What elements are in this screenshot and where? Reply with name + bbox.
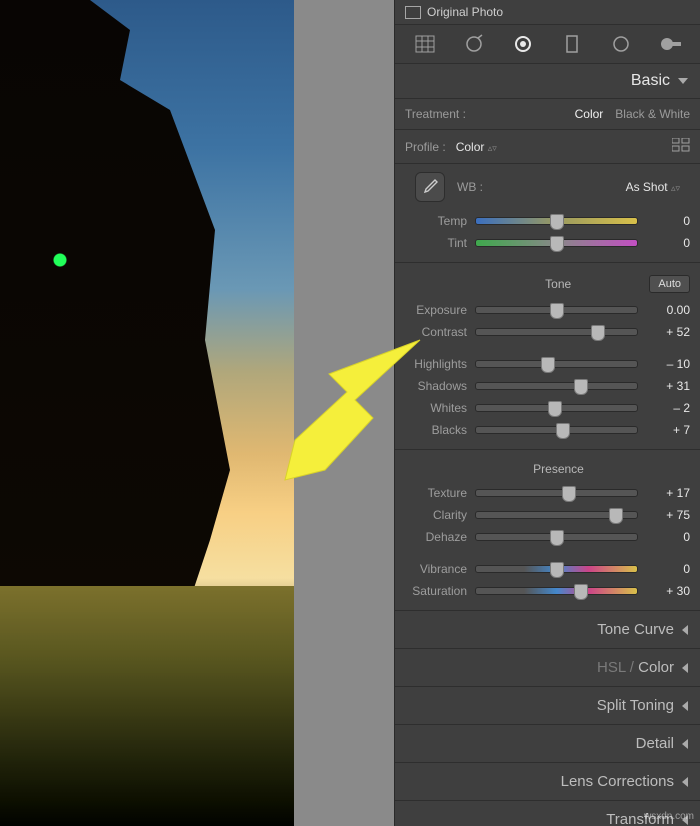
chevron-left-icon: [682, 777, 688, 787]
hsl-panel[interactable]: HSL / Color: [395, 649, 700, 687]
basic-title: Basic: [631, 72, 670, 90]
tint-slider[interactable]: Tint 0: [405, 232, 690, 254]
radial-tool[interactable]: [607, 33, 635, 55]
crop-tool-strip: [395, 25, 700, 64]
lens-corrections-panel[interactable]: Lens Corrections: [395, 763, 700, 801]
clarity-slider[interactable]: Clarity+ 75: [405, 504, 690, 526]
chevron-down-icon: [678, 78, 688, 84]
temp-slider[interactable]: Temp 0: [405, 210, 690, 232]
highlights-slider[interactable]: Highlights– 10: [405, 353, 690, 375]
develop-panel: Original Photo Basic Treatment : Color B…: [394, 0, 700, 826]
presence-block: Presence Texture+ 17 Clarity+ 75 Dehaze0…: [395, 450, 700, 611]
tone-curve-panel[interactable]: Tone Curve: [395, 611, 700, 649]
saturation-slider[interactable]: Saturation+ 30: [405, 580, 690, 602]
tone-title: Tone: [467, 277, 649, 291]
wb-preset[interactable]: As Shot ▵▿: [626, 180, 680, 194]
shadows-slider[interactable]: Shadows+ 31: [405, 375, 690, 397]
preview-foreground: [0, 586, 294, 826]
texture-slider[interactable]: Texture+ 17: [405, 482, 690, 504]
original-photo-toggle[interactable]: Original Photo: [395, 0, 700, 25]
presence-title: Presence: [467, 462, 650, 476]
auto-button[interactable]: Auto: [649, 275, 690, 293]
wb-eyedropper[interactable]: [415, 172, 445, 202]
gradient-tool[interactable]: [558, 33, 586, 55]
watermark: wsxdn.com: [644, 811, 694, 822]
treatment-color[interactable]: Color: [575, 107, 604, 121]
vibrance-slider[interactable]: Vibrance0: [405, 558, 690, 580]
exposure-slider[interactable]: Exposure0.00: [405, 299, 690, 321]
chevron-left-icon: [682, 739, 688, 749]
split-toning-panel[interactable]: Split Toning: [395, 687, 700, 725]
chevron-left-icon: [682, 663, 688, 673]
contrast-slider[interactable]: Contrast+ 52: [405, 321, 690, 343]
white-balance-block: WB : As Shot ▵▿ Temp 0 Tint 0: [395, 164, 700, 263]
chevron-left-icon: [682, 625, 688, 635]
treatment-bw[interactable]: Black & White: [615, 107, 690, 121]
compare-icon: [405, 6, 421, 19]
crop-tool[interactable]: [411, 33, 439, 55]
profile-browser-icon[interactable]: [672, 138, 690, 155]
treatment-row: Treatment : Color Black & White: [395, 99, 700, 130]
tone-block: Tone Auto Exposure0.00 Contrast+ 52 High…: [395, 263, 700, 450]
chevron-left-icon: [682, 701, 688, 711]
profile-value[interactable]: Color ▵▿: [456, 140, 497, 154]
profile-label: Profile :: [405, 140, 446, 154]
wb-label: WB :: [457, 180, 483, 194]
detail-panel[interactable]: Detail: [395, 725, 700, 763]
blacks-slider[interactable]: Blacks+ 7: [405, 419, 690, 441]
basic-panel-header[interactable]: Basic: [395, 64, 700, 99]
redeye-tool[interactable]: [509, 33, 537, 55]
profile-row: Profile : Color ▵▿: [395, 130, 700, 164]
whites-slider[interactable]: Whites– 2: [405, 397, 690, 419]
brush-tool[interactable]: [656, 33, 684, 55]
original-photo-label: Original Photo: [427, 5, 503, 19]
spot-tool[interactable]: [460, 33, 488, 55]
treatment-label: Treatment :: [405, 107, 466, 121]
photo-preview: [0, 0, 294, 826]
gutter: [294, 0, 394, 826]
dehaze-slider[interactable]: Dehaze0: [405, 526, 690, 548]
